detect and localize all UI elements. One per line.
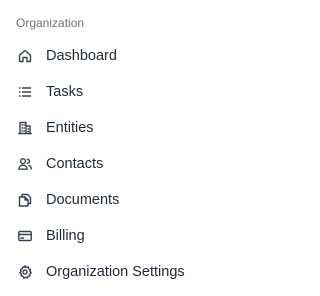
documents-icon <box>17 192 33 208</box>
building-icon <box>17 120 33 136</box>
gear-icon <box>17 264 33 280</box>
sidebar-nav: Organization Dashboard Tasks Entities Co… <box>0 0 255 296</box>
home-icon <box>17 48 33 64</box>
sidebar-item-entities[interactable]: Entities <box>8 113 247 143</box>
sidebar-item-label: Organization Settings <box>46 264 185 280</box>
sidebar-item-tasks[interactable]: Tasks <box>8 77 247 107</box>
sidebar-item-contacts[interactable]: Contacts <box>8 149 247 179</box>
sidebar-item-label: Dashboard <box>46 48 117 64</box>
sidebar-item-label: Entities <box>46 120 94 136</box>
credit-card-icon <box>17 228 33 244</box>
sidebar-item-label: Tasks <box>46 84 84 100</box>
section-title: Organization <box>16 16 85 30</box>
sidebar-item-documents[interactable]: Documents <box>8 185 247 215</box>
sidebar-item-label: Billing <box>46 228 85 244</box>
sidebar-item-dashboard[interactable]: Dashboard <box>8 41 247 71</box>
sidebar-item-label: Contacts <box>46 156 104 172</box>
sidebar-item-label: Documents <box>46 192 120 208</box>
sidebar-item-billing[interactable]: Billing <box>8 221 247 251</box>
users-icon <box>17 156 33 172</box>
list-icon <box>17 84 33 100</box>
sidebar-item-organization-settings[interactable]: Organization Settings <box>8 257 247 287</box>
